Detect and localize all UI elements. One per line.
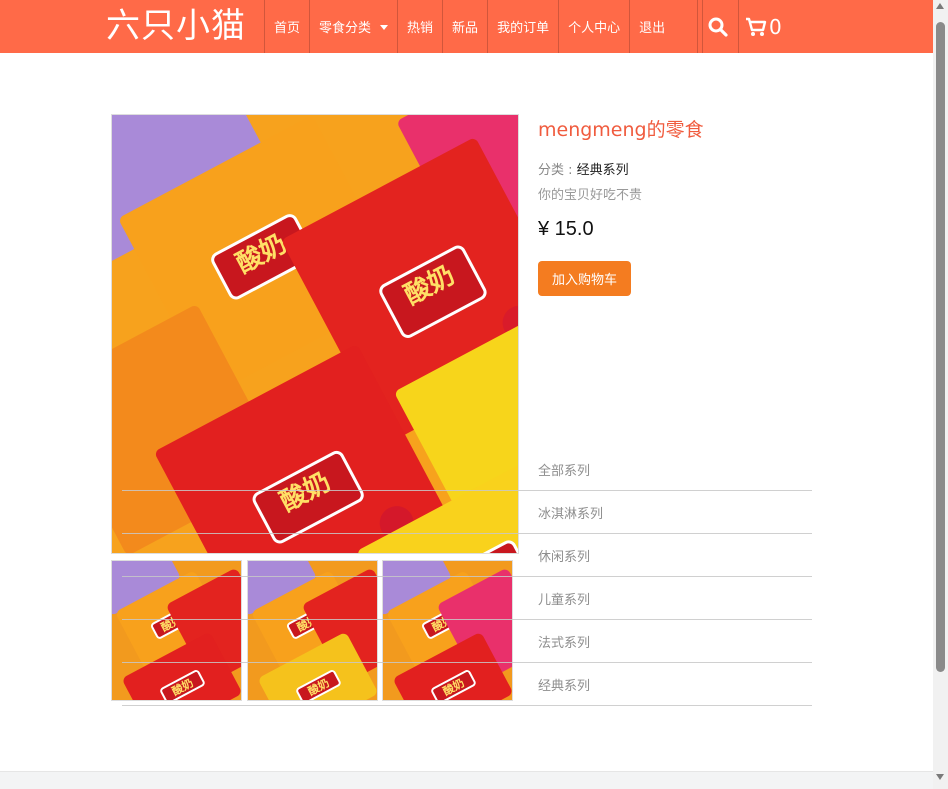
product-description: 你的宝贝好吃不贵 [538, 188, 643, 203]
caret-down-icon [380, 25, 389, 30]
list-item: 经典系列 [122, 663, 812, 706]
footer-strip [0, 771, 933, 789]
scroll-down-arrow-icon[interactable] [936, 774, 944, 780]
search-icon [708, 17, 728, 37]
product-title: mengmeng的零食 [538, 119, 704, 141]
category-value: 经典系列 [576, 163, 629, 178]
nav-snacks-dropdown[interactable]: 零食分类 [310, 0, 399, 53]
list-item: 冰淇淋系列 [122, 491, 812, 534]
vertical-scrollbar[interactable] [933, 0, 948, 789]
list-item: 休闲系列 [122, 534, 812, 577]
nav-home[interactable]: 首页 [265, 0, 311, 53]
scroll-up-arrow-icon[interactable] [936, 3, 944, 9]
nav-right: 0 [697, 0, 788, 53]
nav-logout[interactable]: 退出 [630, 0, 704, 53]
cart-button[interactable]: 0 [739, 0, 788, 53]
nav-new[interactable]: 新品 [443, 0, 489, 53]
nav-snacks-label: 零食分类 [319, 21, 372, 36]
category-link-french[interactable]: 法式系列 [538, 632, 590, 651]
category-link-icecream[interactable]: 冰淇淋系列 [538, 503, 603, 522]
category-link-classic[interactable]: 经典系列 [538, 675, 590, 694]
pack-logo: 酸奶 [376, 242, 490, 342]
product-price: ¥ 15.0 [538, 218, 594, 240]
nav-hot[interactable]: 热销 [398, 0, 444, 53]
list-item: 法式系列 [122, 620, 812, 663]
category-link-all[interactable]: 全部系列 [538, 460, 590, 479]
list-item: 全部系列 [122, 448, 812, 491]
cart-count: 0 [769, 14, 782, 39]
category-label: 分类 : [538, 163, 577, 178]
add-to-cart-button[interactable]: 加入购物车 [538, 261, 631, 296]
nav-orders[interactable]: 我的订单 [488, 0, 560, 53]
category-link-kids[interactable]: 儿童系列 [538, 589, 590, 608]
cart-icon [746, 17, 767, 36]
product-category: 分类 : 经典系列 [538, 159, 629, 178]
top-navbar: 六只小猫 首页 零食分类 热销 新品 我的订单 个人中心 退出 0 [0, 0, 933, 53]
category-link-casual[interactable]: 休闲系列 [538, 546, 590, 565]
nav-profile[interactable]: 个人中心 [559, 0, 631, 53]
list-item: 儿童系列 [122, 577, 812, 620]
brand-logo[interactable]: 六只小猫 [106, 4, 246, 48]
category-list: 全部系列 冰淇淋系列 休闲系列 儿童系列 法式系列 经典系列 [122, 448, 812, 706]
main-nav: 首页 零食分类 热销 新品 我的订单 个人中心 退出 [264, 0, 704, 53]
search-button[interactable] [698, 0, 739, 53]
scrollbar-thumb[interactable] [936, 22, 945, 672]
